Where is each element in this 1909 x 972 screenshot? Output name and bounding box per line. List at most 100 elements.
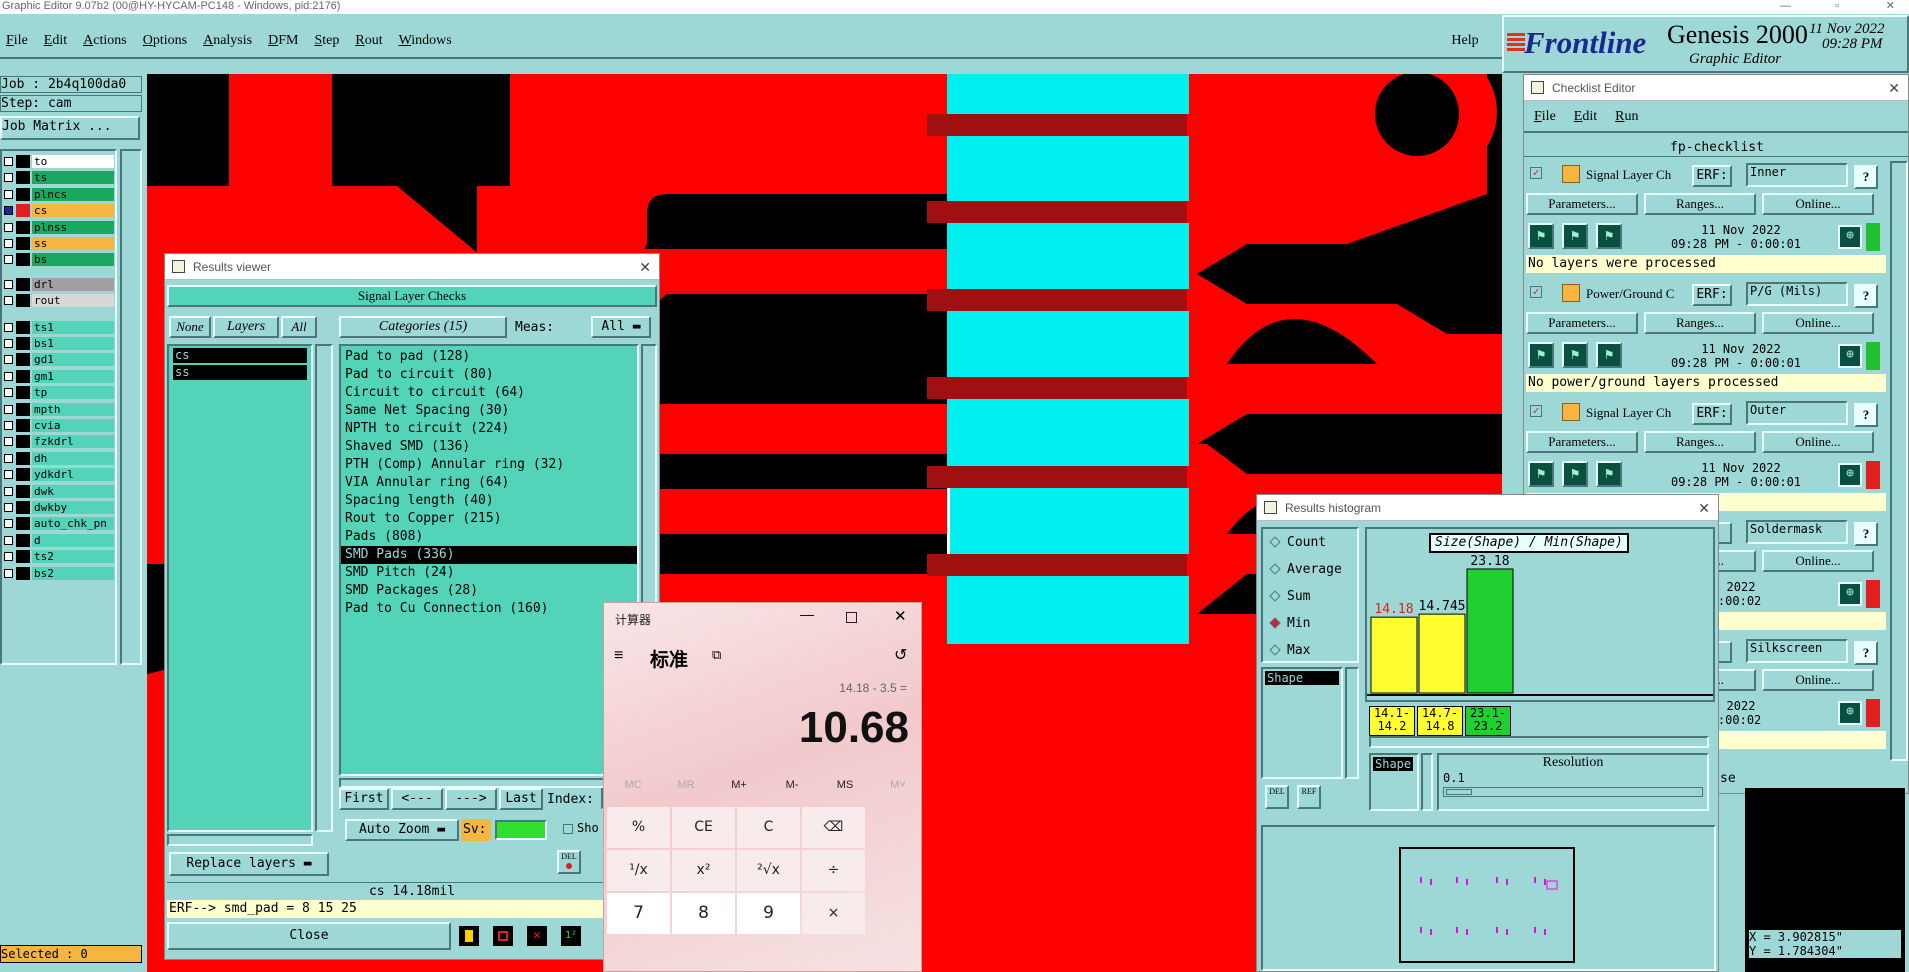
online-button[interactable]: Online...	[1762, 550, 1874, 572]
window-max-icon[interactable]: ▫	[1835, 0, 1839, 13]
layer-list-scrollbar[interactable]	[120, 149, 142, 665]
result-layers-hscroll[interactable]	[167, 834, 313, 846]
layer-row[interactable]: plncs	[2, 187, 117, 201]
calc-minimize-icon[interactable]: —	[800, 606, 814, 622]
layer-checkbox[interactable]	[4, 355, 13, 365]
help-icon[interactable]: ?	[1854, 641, 1878, 665]
result-layer-item[interactable]: ss	[173, 365, 307, 380]
histogram-hscroll[interactable]	[1369, 736, 1709, 748]
layer-checkbox[interactable]	[4, 486, 13, 496]
erf-field[interactable]: Outer	[1746, 401, 1848, 425]
run-icon[interactable]: ⚑	[1596, 342, 1622, 368]
meas-dropdown[interactable]: All ▬	[591, 316, 651, 338]
category-item[interactable]: VIA Annular ring (64)	[341, 474, 637, 492]
categories-button[interactable]: Categories (15)	[339, 316, 507, 338]
layer-row[interactable]: rout	[2, 294, 117, 308]
layer-checkbox[interactable]	[4, 157, 13, 166]
keep-on-top-icon[interactable]: ⧉	[712, 647, 721, 663]
online-button[interactable]: Online...	[1762, 431, 1874, 453]
hist-del-button[interactable]: DEL	[1265, 785, 1289, 809]
categories-hscroll[interactable]	[339, 778, 639, 788]
run-icon[interactable]: ⚑	[1562, 342, 1588, 368]
result-layers-scrollbar[interactable]	[315, 344, 333, 832]
auto-zoom-dropdown[interactable]: Auto Zoom ▬	[345, 819, 459, 841]
layer-row[interactable]: plnss	[2, 220, 117, 234]
result-layer-item[interactable]: cs	[173, 348, 307, 363]
layer-checkbox[interactable]	[4, 470, 13, 480]
memory-button[interactable]: MC	[618, 779, 648, 791]
menu-item[interactable]: Options	[143, 33, 187, 49]
histogram-mode-radio[interactable]: Average	[1263, 556, 1357, 583]
layer-checkbox[interactable]	[4, 322, 13, 332]
help-menu[interactable]: Help	[1435, 30, 1495, 52]
layer-checkbox[interactable]	[4, 388, 13, 398]
job-matrix-button[interactable]: Job Matrix ...	[0, 116, 140, 140]
run-icon[interactable]: ⚑	[1528, 342, 1554, 368]
layer-checkbox[interactable]	[4, 552, 13, 562]
layer-row[interactable]: ss	[2, 237, 117, 250]
help-icon[interactable]: ?	[1854, 403, 1878, 427]
category-item[interactable]: Pad to pad (128)	[341, 348, 637, 366]
histogram-mode-radio[interactable]: Max	[1263, 637, 1357, 664]
histogram-mode-radio[interactable]: Min	[1263, 610, 1357, 637]
online-button[interactable]: Online...	[1762, 669, 1874, 691]
online-button[interactable]: Online...	[1762, 193, 1874, 215]
histogram-bar[interactable]	[1466, 568, 1514, 694]
help-icon[interactable]: ?	[1854, 284, 1878, 308]
last-button[interactable]: Last	[499, 788, 543, 810]
category-item[interactable]: SMD Pads (336)	[341, 546, 637, 564]
memory-button[interactable]: M-	[777, 779, 807, 791]
parameters-button[interactable]: Parameters...	[1526, 193, 1638, 215]
layer-checkbox[interactable]	[4, 421, 13, 430]
layer-row[interactable]: d	[2, 533, 117, 547]
layers-button[interactable]: Layers	[213, 316, 279, 338]
zoom-icon[interactable]: ⊕	[1838, 582, 1862, 606]
sv-color-selector[interactable]	[495, 820, 547, 840]
window-close-icon[interactable]: ✕	[1886, 0, 1895, 13]
layer-row[interactable]: cvia	[2, 419, 117, 432]
category-item[interactable]: Circuit to circuit (64)	[341, 384, 637, 402]
layer-row[interactable]: bs1	[2, 337, 117, 350]
check-enabled-checkbox[interactable]: ✓	[1530, 405, 1542, 417]
category-item[interactable]: Same Net Spacing (30)	[341, 402, 637, 420]
layer-checkbox[interactable]	[4, 404, 13, 414]
calc-key[interactable]: x²	[672, 850, 735, 891]
layer-row[interactable]: ts1	[2, 320, 117, 334]
shape-list-scrollbar[interactable]	[1345, 667, 1359, 779]
run-icon[interactable]: ⚑	[1562, 223, 1588, 249]
erf-field[interactable]: Inner	[1746, 163, 1848, 187]
category-item[interactable]: Shaved SMD (136)	[341, 438, 637, 456]
calc-maximize-icon[interactable]	[846, 612, 857, 623]
ranges-button[interactable]: Ranges...	[1644, 431, 1756, 453]
close-icon[interactable]: ✕	[1888, 75, 1900, 101]
results-viewer-titlebar[interactable]: Results viewer ✕	[165, 254, 659, 280]
run-icon[interactable]: ⚑	[1596, 461, 1622, 487]
check-enabled-checkbox[interactable]: ✓	[1530, 286, 1542, 298]
layer-checkbox[interactable]	[4, 222, 13, 232]
online-button[interactable]: Online...	[1762, 312, 1874, 334]
categories-list[interactable]: Pad to pad (128) Pad to circuit (80) Circu…	[339, 344, 639, 776]
layer-checkbox[interactable]	[4, 296, 13, 306]
layer-checkbox[interactable]	[4, 535, 13, 545]
menu-item[interactable]: Rout	[355, 33, 382, 49]
menu-item[interactable]: File	[6, 33, 28, 49]
parameters-button[interactable]: Parameters...	[1526, 431, 1638, 453]
erase-icon[interactable]	[491, 924, 515, 948]
layer-checkbox[interactable]	[4, 189, 13, 199]
close-icon[interactable]: ✕	[1698, 495, 1710, 521]
category-item[interactable]: PTH (Comp) Annular ring (32)	[341, 456, 637, 474]
result-layers-list[interactable]: cs ss	[167, 344, 313, 832]
layer-checkbox[interactable]	[4, 519, 13, 529]
layer-row[interactable]: dh	[2, 451, 117, 465]
show-checkbox[interactable]	[563, 824, 573, 834]
layer-row[interactable]: gm1	[2, 369, 117, 383]
category-item[interactable]: Pad to circuit (80)	[341, 366, 637, 384]
menu-item[interactable]: Edit	[44, 33, 67, 49]
prev-button[interactable]: <---	[391, 788, 443, 810]
window-min-icon[interactable]: —	[1780, 0, 1791, 13]
calc-key[interactable]: 8	[672, 893, 735, 934]
resolution-slider[interactable]	[1443, 787, 1703, 797]
layer-row[interactable]: cs	[2, 204, 117, 218]
erf-field[interactable]: Silkscreen	[1746, 639, 1848, 663]
checklist-menu-item[interactable]: Run	[1615, 109, 1638, 125]
